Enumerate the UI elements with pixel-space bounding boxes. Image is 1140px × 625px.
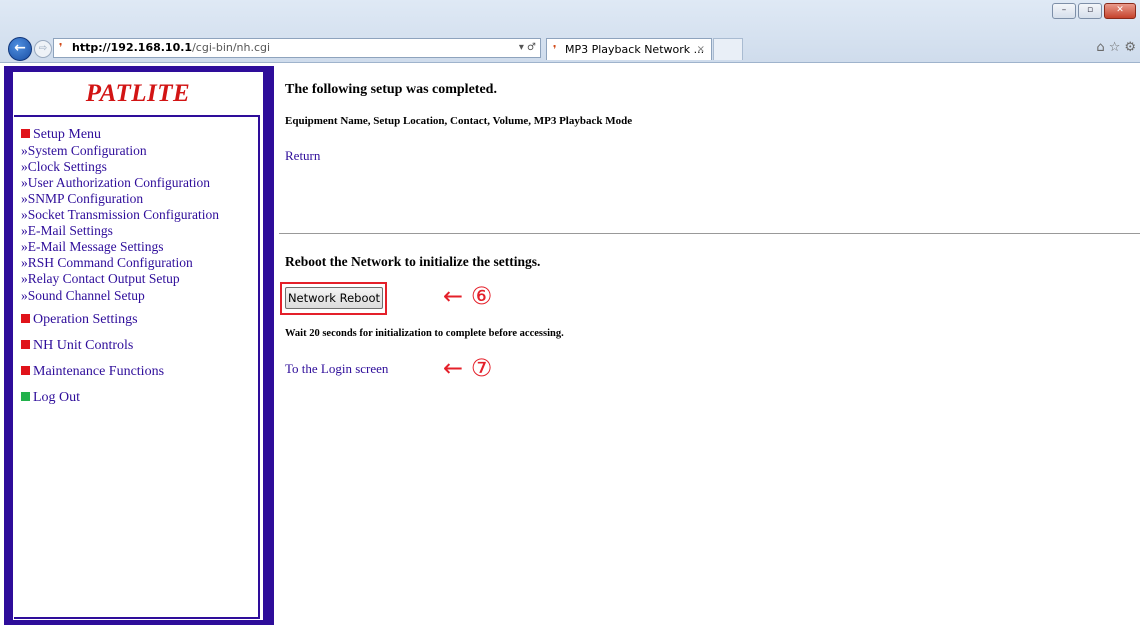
address-url: http://192.168.10.1/cgi-bin/nh.cgi bbox=[72, 39, 270, 57]
annotation-marker-7: ← ⑦ bbox=[443, 354, 493, 382]
nav-item-rsh-command[interactable]: »RSH Command Configuration bbox=[21, 255, 193, 271]
url-host: http://192.168.10.1 bbox=[72, 41, 193, 54]
nav-item-email-message[interactable]: »E-Mail Message Settings bbox=[21, 239, 163, 255]
patlite-logo: PATLITE bbox=[85, 80, 191, 107]
nav-item-email-settings[interactable]: »E-Mail Settings bbox=[21, 223, 113, 239]
return-link[interactable]: Return bbox=[285, 148, 320, 164]
nav-item-clock-settings[interactable]: »Clock Settings bbox=[21, 159, 107, 175]
nav-item-system-configuration[interactable]: »System Configuration bbox=[21, 143, 147, 159]
nh-unit-controls-label: NH Unit Controls bbox=[33, 338, 134, 353]
tab-title: MP3 Playback Network ... bbox=[565, 43, 705, 56]
tab-close-icon[interactable]: × bbox=[697, 39, 705, 60]
nav-item-socket-transmission[interactable]: »Socket Transmission Configuration bbox=[21, 207, 219, 223]
green-square-icon bbox=[21, 392, 30, 401]
wait-message: Wait 20 seconds for initialization to co… bbox=[285, 328, 564, 339]
home-icon[interactable]: ⌂ bbox=[1096, 40, 1104, 55]
window-controls: – ▫ ✕ bbox=[1052, 3, 1136, 19]
maintenance-functions-label: Maintenance Functions bbox=[33, 364, 165, 379]
setup-menu-heading[interactable]: Setup Menu bbox=[21, 127, 101, 143]
nav-item-relay-contact[interactable]: »Relay Contact Output Setup bbox=[21, 271, 180, 287]
nav-frame: PATLITE Setup Menu »System Configuration… bbox=[4, 66, 274, 625]
red-square-icon bbox=[21, 314, 30, 323]
url-path: /cgi-bin/nh.cgi bbox=[192, 41, 271, 54]
login-screen-link[interactable]: To the Login screen bbox=[285, 361, 388, 377]
minimize-button[interactable]: – bbox=[1052, 3, 1076, 19]
nav-item-user-authorization[interactable]: »User Authorization Configuration bbox=[21, 175, 210, 191]
annotation-marker-6: ← ⑥ bbox=[443, 282, 493, 310]
forward-button[interactable]: ⇨ bbox=[34, 40, 52, 58]
log-out-label: Log Out bbox=[33, 390, 81, 405]
page-title: The following setup was completed. bbox=[285, 82, 497, 97]
new-tab-button[interactable] bbox=[713, 38, 743, 60]
reboot-message: Reboot the Network to initialize the set… bbox=[285, 254, 541, 269]
red-square-icon bbox=[21, 129, 30, 138]
nav-item-nh-unit-controls[interactable]: NH Unit Controls bbox=[21, 338, 133, 354]
completed-fields: Equipment Name, Setup Location, Contact,… bbox=[285, 115, 633, 127]
close-window-button[interactable]: ✕ bbox=[1104, 3, 1136, 19]
address-bar[interactable]: ❜ http://192.168.10.1/cgi-bin/nh.cgi ▾ ♂ bbox=[53, 38, 541, 58]
nav-item-sound-channel[interactable]: »Sound Channel Setup bbox=[21, 288, 145, 304]
main-content: The following setup was completed. Equip… bbox=[279, 66, 1140, 625]
red-square-icon bbox=[21, 366, 30, 375]
maximize-button[interactable]: ▫ bbox=[1078, 3, 1102, 19]
tab-active[interactable]: ❜ MP3 Playback Network ... × bbox=[546, 38, 712, 60]
address-controls[interactable]: ▾ ♂ bbox=[519, 39, 536, 57]
browser-toolbar: ⌂ ☆ ⚙ bbox=[1096, 40, 1136, 55]
divider bbox=[279, 233, 1140, 234]
tab-page-icon: ❜ bbox=[553, 43, 557, 56]
nav-item-operation-settings[interactable]: Operation Settings bbox=[21, 312, 138, 328]
back-button[interactable]: ← bbox=[8, 37, 32, 61]
nav-item-log-out[interactable]: Log Out bbox=[21, 390, 80, 406]
setup-menu-label: Setup Menu bbox=[33, 127, 102, 142]
browser-chrome: – ▫ ✕ ← ⇨ ❜ http://192.168.10.1/cgi-bin/… bbox=[0, 0, 1140, 63]
red-square-icon bbox=[21, 340, 30, 349]
nav-item-snmp-configuration[interactable]: »SNMP Configuration bbox=[21, 191, 143, 207]
network-reboot-button[interactable]: Network Reboot bbox=[285, 287, 383, 309]
gear-icon[interactable]: ⚙ bbox=[1124, 40, 1136, 55]
page-icon: ❜ bbox=[59, 41, 63, 54]
favorites-icon[interactable]: ☆ bbox=[1109, 40, 1121, 55]
operation-settings-label: Operation Settings bbox=[33, 312, 138, 327]
nav-item-maintenance-functions[interactable]: Maintenance Functions bbox=[21, 364, 164, 380]
nav-panel: PATLITE Setup Menu »System Configuration… bbox=[12, 71, 264, 621]
